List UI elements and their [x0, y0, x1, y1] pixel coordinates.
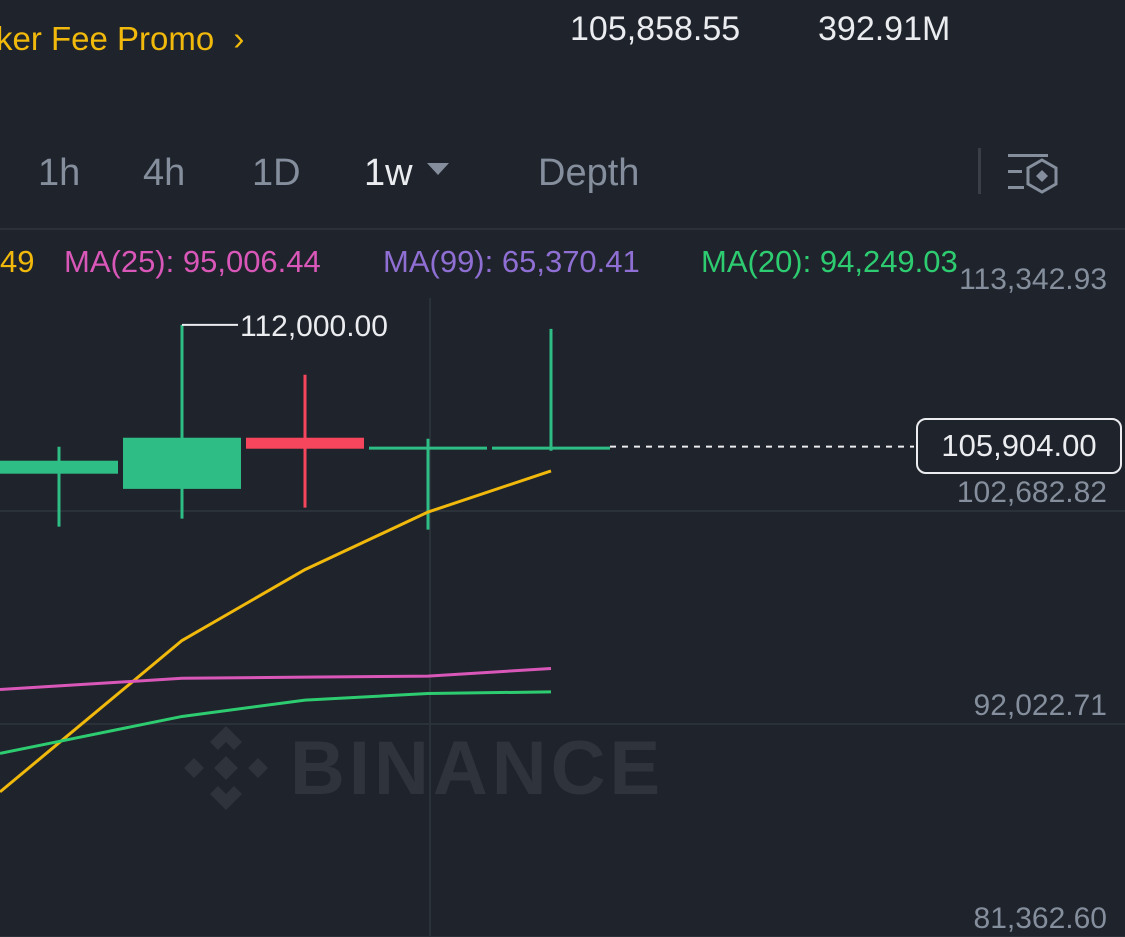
candle-body — [123, 437, 241, 489]
candle-body — [246, 437, 364, 449]
ma25-line — [0, 667, 552, 692]
candle-body — [492, 446, 610, 450]
ma7-legend: 49 — [0, 244, 35, 279]
current-price-tag[interactable]: 105,904.00 — [916, 418, 1122, 474]
candle-body — [369, 446, 487, 450]
y-tick-label: 81,362.60 — [973, 902, 1107, 935]
candle-body — [0, 460, 118, 474]
y-tick-label: 113,342.93 — [959, 263, 1107, 296]
ma25-legend: MA(25): 95,006.44 — [64, 244, 321, 279]
y-tick-label: 102,682.82 — [956, 476, 1107, 509]
high-price-label: 112,000.00 — [240, 310, 388, 343]
ma-legend: 49 MA(25): 95,006.44 MA(99): 65,370.41 M… — [0, 240, 1125, 284]
watermark-text: BINANCE — [290, 725, 665, 811]
binance-logo-icon — [184, 726, 268, 810]
ma99-legend: MA(99): 65,370.41 — [383, 244, 640, 279]
y-tick-label: 92,022.71 — [973, 689, 1107, 722]
binance-watermark: BINANCE — [180, 718, 664, 818]
ma20-legend: MA(20): 94,249.03 — [701, 244, 958, 279]
